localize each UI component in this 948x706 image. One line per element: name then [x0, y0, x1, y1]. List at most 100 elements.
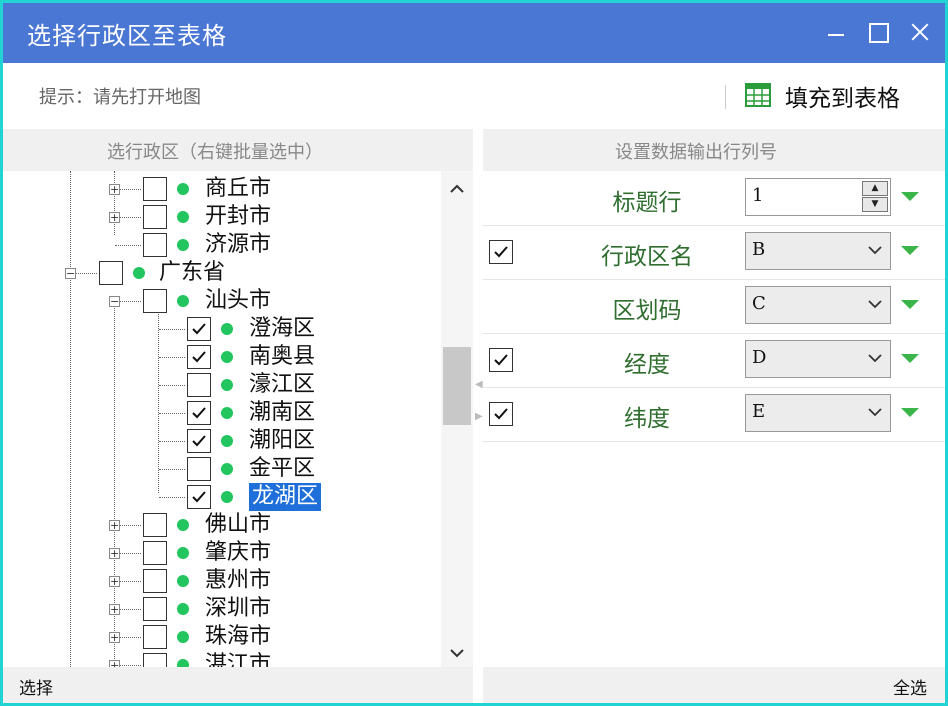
tree-node[interactable]: + 惠州市	[3, 567, 440, 595]
tree-node-checkbox[interactable]	[187, 345, 211, 369]
expand-icon[interactable]: +	[109, 660, 120, 667]
column-dropdown[interactable]: E	[745, 394, 891, 432]
output-field-label: 纬度	[624, 406, 670, 432]
tree-node-checkbox[interactable]	[143, 625, 167, 649]
expand-icon[interactable]: +	[109, 184, 120, 195]
scroll-up-icon[interactable]	[445, 177, 469, 201]
caret-down-icon[interactable]	[901, 300, 919, 309]
panel-splitter[interactable]: ◀ ▶	[473, 171, 483, 667]
tree-node-label[interactable]: 佛山市	[205, 511, 271, 539]
tree-node[interactable]: 潮南区	[3, 399, 440, 427]
scroll-thumb[interactable]	[443, 347, 471, 425]
tree-node-checkbox[interactable]	[143, 597, 167, 621]
tree-node[interactable]: 南奥县	[3, 343, 440, 371]
tree-scrollbar[interactable]	[441, 171, 473, 667]
tree-node-label[interactable]: 深圳市	[205, 595, 271, 623]
tree-node-label[interactable]: 商丘市	[205, 175, 271, 203]
tree-node-checkbox[interactable]	[187, 429, 211, 453]
tree-node[interactable]: 龙湖区	[3, 483, 440, 511]
maximize-button[interactable]	[861, 15, 895, 49]
title-row-spinner[interactable]: 1 ▲ ▼	[745, 178, 891, 216]
select-all-button[interactable]: 全选	[893, 674, 927, 699]
caret-down-icon[interactable]	[901, 408, 919, 417]
tree-node-checkbox[interactable]	[99, 261, 123, 285]
tree-node-checkbox[interactable]	[187, 485, 211, 509]
tree-node-label[interactable]: 南奥县	[249, 343, 315, 371]
collapse-right-icon[interactable]: ▶	[475, 411, 483, 422]
tree-node-checkbox[interactable]	[143, 177, 167, 201]
tree-node-label[interactable]: 汕头市	[205, 287, 271, 315]
tree-node[interactable]: + 商丘市	[3, 175, 440, 203]
tree-node-label[interactable]: 肇庆市	[205, 539, 271, 567]
collapse-icon[interactable]: −	[65, 268, 76, 279]
tree-node-checkbox[interactable]	[143, 205, 167, 229]
expand-icon[interactable]: +	[109, 212, 120, 223]
tree-node-label[interactable]: 惠州市	[205, 567, 271, 595]
tree-node[interactable]: + 肇庆市	[3, 539, 440, 567]
tree-node-checkbox[interactable]	[143, 541, 167, 565]
chevron-down-icon[interactable]	[866, 241, 884, 259]
tree-node-checkbox[interactable]	[187, 317, 211, 341]
tree-node-label[interactable]: 澄海区	[249, 315, 315, 343]
tree-node[interactable]: + 深圳市	[3, 595, 440, 623]
expand-icon[interactable]: +	[109, 548, 120, 559]
tree-node-label[interactable]: 湛江市	[205, 651, 271, 667]
tree-node-label[interactable]: 济源市	[205, 231, 271, 259]
title-bar[interactable]: 选择行政区至表格	[3, 3, 945, 63]
region-tree[interactable]: + 商丘市 + 开封市 济源市 − 广东省 − 汕头市 澄海区 南奥县 濠江区 潮南区 潮阳区 金平区 龙湖区…	[3, 171, 440, 667]
chevron-down-icon[interactable]	[866, 403, 884, 421]
tree-node-checkbox[interactable]	[143, 233, 167, 257]
tree-node-checkbox[interactable]	[143, 653, 167, 667]
output-field-checkbox[interactable]	[489, 348, 513, 372]
minimize-button[interactable]	[819, 15, 853, 49]
tree-node[interactable]: 濠江区	[3, 371, 440, 399]
tree-node[interactable]: + 湛江市	[3, 651, 440, 667]
tree-node-label[interactable]: 濠江区	[249, 371, 315, 399]
column-dropdown[interactable]: B	[745, 232, 891, 270]
status-dot-icon	[221, 491, 233, 503]
tree-node[interactable]: 金平区	[3, 455, 440, 483]
tree-node[interactable]: 澄海区	[3, 315, 440, 343]
spin-down-icon[interactable]: ▼	[862, 197, 888, 212]
spin-up-icon[interactable]: ▲	[862, 181, 888, 196]
collapse-icon[interactable]: −	[109, 296, 120, 307]
tree-node-label[interactable]: 金平区	[249, 455, 315, 483]
expand-icon[interactable]: +	[109, 604, 120, 615]
output-field-checkbox[interactable]	[489, 402, 513, 426]
tree-node-label[interactable]: 珠海市	[205, 623, 271, 651]
tree-node[interactable]: − 汕头市	[3, 287, 440, 315]
column-dropdown[interactable]: D	[745, 340, 891, 378]
tree-node-checkbox[interactable]	[187, 373, 211, 397]
expand-icon[interactable]: +	[109, 520, 120, 531]
tree-node[interactable]: − 广东省	[3, 259, 440, 287]
collapse-left-icon[interactable]: ◀	[475, 379, 483, 390]
chevron-down-icon[interactable]	[866, 295, 884, 313]
tree-node-label[interactable]: 潮南区	[249, 399, 315, 427]
scroll-down-icon[interactable]	[445, 641, 469, 665]
tree-node[interactable]: + 佛山市	[3, 511, 440, 539]
tree-node[interactable]: 潮阳区	[3, 427, 440, 455]
tree-node-label[interactable]: 龙湖区	[249, 483, 322, 511]
expand-icon[interactable]: +	[109, 632, 120, 643]
caret-down-icon[interactable]	[901, 354, 919, 363]
caret-down-icon[interactable]	[901, 246, 919, 255]
tree-node-label[interactable]: 开封市	[205, 203, 271, 231]
tree-node-checkbox[interactable]	[187, 457, 211, 481]
tree-node-checkbox[interactable]	[143, 289, 167, 313]
tree-node-checkbox[interactable]	[143, 569, 167, 593]
tree-node[interactable]: + 珠海市	[3, 623, 440, 651]
tree-node[interactable]: + 开封市	[3, 203, 440, 231]
tree-node-label[interactable]: 潮阳区	[249, 427, 315, 455]
tree-node-label[interactable]: 广东省	[159, 259, 225, 287]
output-field-checkbox[interactable]	[489, 240, 513, 264]
close-button[interactable]	[903, 15, 937, 49]
chevron-down-icon[interactable]	[866, 349, 884, 367]
expand-icon[interactable]: +	[109, 576, 120, 587]
tree-node-checkbox[interactable]	[143, 513, 167, 537]
tree-node-checkbox[interactable]	[187, 401, 211, 425]
column-dropdown[interactable]: C	[745, 286, 891, 324]
tree-guide-line	[159, 441, 185, 442]
select-status-button[interactable]: 选择	[19, 674, 53, 699]
caret-down-icon[interactable]	[901, 192, 919, 201]
tree-node[interactable]: 济源市	[3, 231, 440, 259]
